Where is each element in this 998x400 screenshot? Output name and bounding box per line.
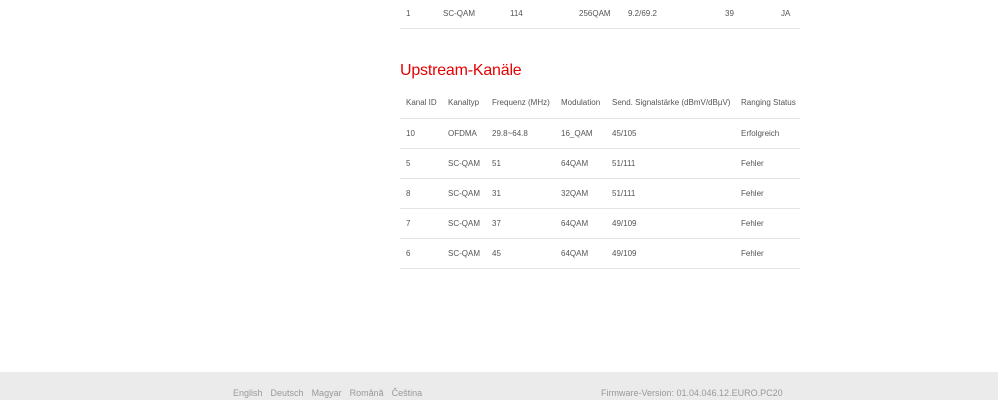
language-link-magyar[interactable]: Magyar (312, 388, 342, 398)
cell: 64QAM (561, 218, 589, 228)
cell: Fehler (741, 248, 764, 258)
table-header-row: Kanal ID Kanaltyp Frequenz (MHz) Modulat… (400, 88, 800, 118)
table-row: 1 SC-QAM 114 256QAM 9.2/69.2 39 JA (400, 0, 800, 28)
column-header: Modulation (561, 98, 601, 108)
cell: 51/111 (612, 158, 636, 168)
cell: 39 (725, 9, 734, 19)
language-link-deutsch[interactable]: Deutsch (271, 388, 304, 398)
cell: Fehler (741, 218, 764, 228)
cell: 1 (406, 9, 411, 19)
cell: 51 (492, 158, 501, 168)
language-link-cestina[interactable]: Čeština (392, 388, 423, 398)
cell: 45/105 (612, 128, 637, 138)
language-switcher: English Deutsch Magyar Română Čeština (233, 388, 422, 398)
cell: 45 (492, 248, 501, 258)
column-header: Frequenz (MHz) (492, 98, 550, 108)
language-link-romana[interactable]: Română (350, 388, 384, 398)
firmware-version: Firmware-Version: 01.04.046.12.EURO.PC20 (601, 388, 783, 398)
table-row: 10 OFDMA 29.8~64.8 16_QAM 45/105 Erfolgr… (400, 118, 800, 148)
language-link-english[interactable]: English (233, 388, 263, 398)
table-row: 6 SC-QAM 45 64QAM 49/109 Fehler (400, 238, 800, 268)
cell: 51/111 (612, 188, 636, 198)
cell: OFDMA (448, 128, 477, 138)
table-row: 8 SC-QAM 31 32QAM 51/111 Fehler (400, 178, 800, 208)
cell: 6 (406, 248, 411, 258)
cell: 37 (492, 218, 501, 228)
cell: SC-QAM (448, 248, 480, 258)
cell: 16_QAM (561, 128, 593, 138)
column-header: Ranging Status (741, 98, 796, 108)
column-header: Kanaltyp (448, 98, 480, 108)
column-header: Kanal ID (406, 98, 437, 108)
downstream-table: 1 SC-QAM 114 256QAM 9.2/69.2 39 JA (400, 0, 800, 29)
cell: 114 (510, 9, 523, 19)
cell: 9.2/69.2 (628, 9, 657, 19)
column-header: Send. Signalstärke (dBmV/dBµV) (612, 98, 731, 108)
cell: Erfolgreich (741, 128, 780, 138)
cell: Fehler (741, 158, 764, 168)
downstream-section: 1 SC-QAM 114 256QAM 9.2/69.2 39 JA (400, 0, 800, 29)
cell: 64QAM (561, 158, 589, 168)
upstream-table: Kanal ID Kanaltyp Frequenz (MHz) Modulat… (400, 88, 800, 269)
cell: 31 (492, 188, 501, 198)
cell: 49/109 (612, 248, 637, 258)
cell: 256QAM (579, 9, 611, 19)
cell: 7 (406, 218, 411, 228)
cell: 29.8~64.8 (492, 128, 528, 138)
cell: 8 (406, 188, 411, 198)
footer: English Deutsch Magyar Română Čeština Fi… (0, 372, 998, 400)
table-row: 7 SC-QAM 37 64QAM 49/109 Fehler (400, 208, 800, 238)
cell: 49/109 (612, 218, 637, 228)
table-row: 5 SC-QAM 51 64QAM 51/111 Fehler (400, 148, 800, 178)
cell: JA (781, 9, 791, 19)
cell: 5 (406, 158, 411, 168)
cell: Fehler (741, 188, 764, 198)
cell: SC-QAM (448, 188, 480, 198)
cell: SC-QAM (443, 9, 475, 19)
cell: SC-QAM (448, 158, 480, 168)
cell: 64QAM (561, 248, 589, 258)
cell: 10 (406, 128, 415, 138)
cell: SC-QAM (448, 218, 480, 228)
cell: 32QAM (561, 188, 589, 198)
upstream-title: Upstream-Kanäle (400, 62, 522, 79)
